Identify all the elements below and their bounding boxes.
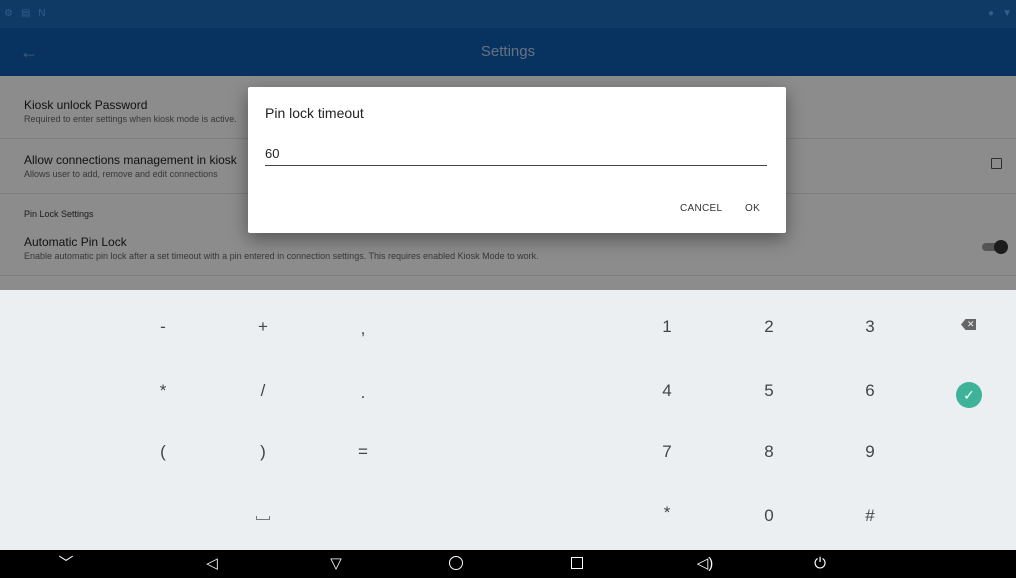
signal-icon: ● (988, 8, 995, 19)
key-6[interactable]: 6 (835, 376, 905, 406)
notification-n-icon: N (38, 8, 46, 19)
key-minus[interactable]: - (128, 312, 198, 342)
volume-down-icon[interactable]: ◁ (192, 550, 232, 578)
key-2[interactable]: 2 (734, 312, 804, 342)
key-plus[interactable]: + (228, 312, 298, 342)
key-open-paren[interactable]: ( (128, 437, 198, 467)
ok-button[interactable]: OK (745, 203, 760, 214)
backspace-x-icon: ✕ (967, 319, 975, 329)
enter-check-icon[interactable]: ✓ (956, 382, 982, 408)
key-9[interactable]: 9 (835, 437, 905, 467)
key-comma[interactable]: , (328, 314, 398, 344)
status-bar: ⚙ ▤ N ● ▼ (0, 0, 1016, 28)
power-icon[interactable]: ⏻ (800, 550, 840, 578)
key-5[interactable]: 5 (734, 376, 804, 406)
recents-icon[interactable] (571, 557, 583, 569)
navigation-bar: ﹀ ◁ ▽ ◁) ⏻ (0, 550, 1016, 578)
status-icons-right: ● ▼ (988, 8, 1012, 19)
home-icon[interactable] (449, 556, 463, 570)
key-slash[interactable]: / (228, 376, 298, 406)
key-period[interactable]: . (328, 378, 398, 408)
key-0[interactable]: 0 (734, 501, 804, 531)
key-star[interactable]: * (632, 498, 702, 528)
volume-up-icon[interactable]: ◁) (685, 550, 725, 578)
key-asterisk[interactable]: * (128, 376, 198, 406)
key-1[interactable]: 1 (632, 312, 702, 342)
pin-lock-timeout-input[interactable] (265, 142, 767, 166)
notification-icon: ▤ (20, 8, 31, 19)
numeric-keyboard: - + , * / . ( ) = 1 2 3 4 5 6 7 8 9 * 0 … (0, 290, 1016, 550)
dialog-title: Pin lock timeout (265, 105, 364, 121)
key-equals[interactable]: = (328, 437, 398, 467)
space-icon[interactable] (256, 516, 270, 520)
wifi-icon: ▼ (1002, 8, 1012, 19)
key-7[interactable]: 7 (632, 437, 702, 467)
key-4[interactable]: 4 (632, 376, 702, 406)
key-close-paren[interactable]: ) (228, 437, 298, 467)
hide-keyboard-icon[interactable]: ﹀ (46, 550, 86, 578)
key-8[interactable]: 8 (734, 437, 804, 467)
key-hash[interactable]: # (835, 501, 905, 531)
pin-lock-timeout-dialog: Pin lock timeout CANCEL OK (248, 87, 786, 233)
back-icon[interactable]: ▽ (316, 550, 356, 578)
status-icons-left: ⚙ ▤ N (4, 8, 46, 19)
settings-notification-icon: ⚙ (4, 8, 13, 19)
cancel-button[interactable]: CANCEL (680, 203, 722, 214)
key-3[interactable]: 3 (835, 312, 905, 342)
